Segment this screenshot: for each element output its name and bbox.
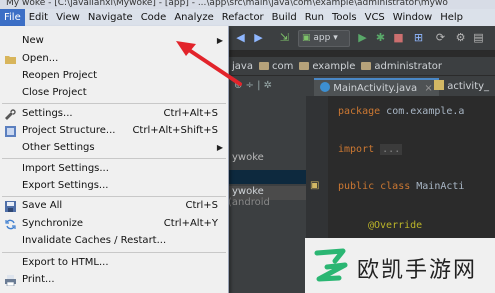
menu-vcs[interactable]: VCS (361, 9, 389, 26)
breadcrumb-item-administrator[interactable]: administrator (361, 61, 442, 72)
menu-item-open[interactable]: Open... (0, 50, 228, 68)
menu-item-export-settings[interactable]: Export Settings... (0, 177, 228, 195)
menu-item-project-structure[interactable]: Project Structure... Ctrl+Alt+Shift+S (0, 122, 228, 140)
code-line-import: import ... (338, 144, 403, 155)
menu-analyze[interactable]: Analyze (170, 9, 217, 26)
target-icon[interactable]: ⊕ ÷ | ✲ (234, 80, 272, 91)
file-menu-dropdown: New ▶ Open... Reopen Project Close Proje… (0, 26, 229, 293)
menu-item-close-project[interactable]: Close Project (0, 84, 228, 102)
breadcrumb-item-com[interactable]: com (258, 61, 293, 72)
window-title-bar: My woke - [C:\javalianxi\Mywoke] - [app]… (0, 0, 495, 9)
run-config-select[interactable]: ▣ app ▾ (298, 30, 350, 47)
folder-icon (258, 62, 269, 70)
printer-icon (5, 275, 16, 286)
sync-icon (5, 219, 16, 230)
menu-separator (2, 103, 226, 104)
menu-item-settings[interactable]: Settings... Ctrl+Alt+S (0, 105, 228, 123)
breadcrumb: java com example administrator (228, 57, 495, 75)
android-icon: ▣ (302, 33, 311, 43)
folder-open-icon (5, 56, 16, 64)
project-structure-icon (5, 126, 16, 137)
project-tree-row[interactable]: ywoke (android (228, 186, 306, 208)
menu-build[interactable]: Build (268, 9, 301, 26)
sdk-manager-icon[interactable]: ▤ (472, 31, 485, 44)
code-line-package: package com.example.a (338, 106, 465, 117)
menu-code[interactable]: Code (137, 9, 171, 26)
folder-icon (299, 62, 310, 70)
breadcrumb-item-java[interactable]: java (232, 61, 253, 72)
menu-refactor[interactable]: Refactor (218, 9, 268, 26)
save-icon (5, 201, 16, 212)
project-tree-item[interactable]: ywoke (232, 152, 264, 163)
menu-separator (2, 252, 226, 253)
menu-item-other-settings[interactable]: Other Settings ▶ (0, 139, 228, 157)
project-panel-toolbar: ⊕ ÷ | ✲ (228, 76, 306, 96)
menu-run[interactable]: Run (301, 9, 328, 26)
wrench-icon (5, 109, 16, 120)
menu-item-save-all[interactable]: Save All Ctrl+S (0, 197, 228, 215)
menu-help[interactable]: Help (436, 9, 467, 26)
tab-mainactivity[interactable]: MainActivity.java × (314, 78, 439, 96)
menu-view[interactable]: View (52, 9, 84, 26)
code-line-class: public class MainActi (338, 181, 465, 192)
code-line-override: @Override (368, 220, 423, 231)
project-tree-item-label: ywoke (232, 186, 264, 197)
menu-item-export-html[interactable]: Export to HTML... (0, 254, 228, 272)
run-config-label: app (313, 33, 331, 43)
make-project-icon[interactable]: ⇲ (278, 31, 291, 44)
menu-item-synchronize[interactable]: Synchronize Ctrl+Alt+Y (0, 215, 228, 233)
project-tree-item-suffix: (android (228, 197, 270, 208)
menu-item-invalidate-caches[interactable]: Invalidate Caches / Restart... (0, 232, 228, 250)
menu-edit[interactable]: Edit (25, 9, 52, 26)
menu-file[interactable]: File (0, 9, 25, 26)
folded-imports[interactable]: ... (380, 144, 403, 155)
tab-activity-layout[interactable]: activity_ (434, 78, 489, 96)
menu-window[interactable]: Window (389, 9, 436, 26)
back-arrow-icon[interactable]: ◀ (234, 31, 247, 44)
gutter-class-icon: ▣ (310, 180, 320, 191)
submenu-arrow-icon: ▶ (216, 36, 223, 45)
project-tree-selection (228, 170, 306, 184)
attach-debugger-icon[interactable]: ⊞ (412, 31, 425, 44)
menu-tools[interactable]: Tools (328, 9, 361, 26)
menu-item-reopen-project[interactable]: Reopen Project (0, 67, 228, 85)
editor-tabs: MainActivity.java × activity_ (306, 76, 495, 96)
close-icon[interactable]: × (424, 83, 432, 94)
breadcrumb-item-example[interactable]: example (299, 61, 355, 72)
menu-navigate[interactable]: Navigate (84, 9, 137, 26)
forward-arrow-icon[interactable]: ▶ (252, 31, 265, 44)
debug-icon[interactable]: ✱ (374, 31, 387, 44)
window-title: My woke - [C:\javalianxi\Mywoke] - [app]… (6, 0, 448, 8)
run-icon[interactable]: ▶ (356, 31, 369, 44)
watermark-logo-icon (314, 248, 348, 282)
stop-icon[interactable]: ■ (392, 31, 405, 44)
chevron-down-icon: ▾ (333, 33, 338, 43)
watermark: 欧凯手游网 (305, 238, 495, 293)
watermark-text: 欧凯手游网 (357, 258, 478, 283)
menu-bar: File Edit View Navigate Code Analyze Ref… (0, 9, 495, 26)
folder-icon (361, 62, 372, 70)
sync-icon[interactable]: ⟳ (434, 31, 447, 44)
menu-item-new[interactable]: New ▶ (0, 32, 228, 50)
menu-item-import-settings[interactable]: Import Settings... (0, 160, 228, 178)
main-toolbar: ◀ ▶ ⇲ ▣ app ▾ ▶ ✱ ■ ⊞ ⟳ ⚙ ▤ (228, 26, 495, 51)
class-icon (320, 82, 330, 92)
menu-separator (2, 158, 226, 159)
menu-item-print[interactable]: Print... (0, 271, 228, 289)
layout-file-icon (434, 80, 444, 90)
project-panel: ⊕ ÷ | ✲ (228, 76, 306, 293)
settings-gear-icon[interactable]: ⚙ (454, 31, 467, 44)
submenu-arrow-icon: ▶ (216, 143, 223, 152)
